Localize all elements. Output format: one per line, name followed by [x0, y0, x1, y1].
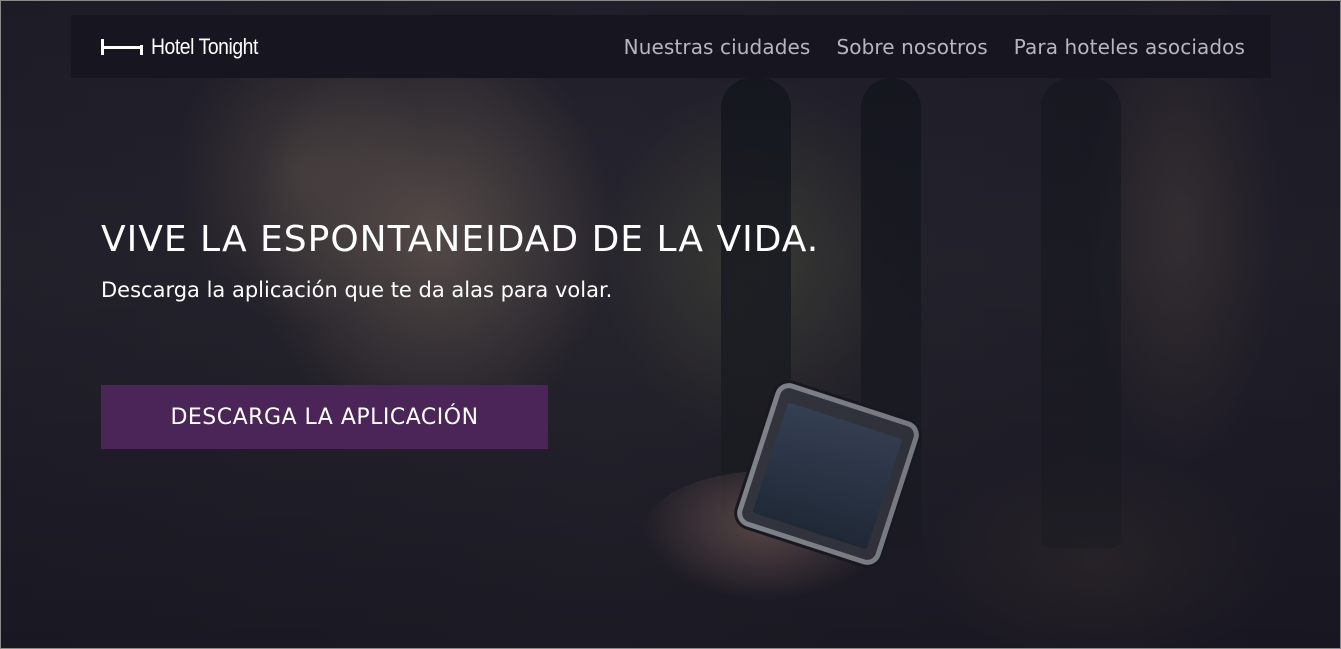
hero-content: VIVE LA ESPONTANEIDAD DE LA VIDA. Descar… [101, 219, 819, 302]
top-navbar: Hotel Tonight Nuestras ciudades Sobre no… [71, 15, 1271, 78]
nav-links: Nuestras ciudades Sobre nosotros Para ho… [624, 35, 1245, 59]
bed-icon [101, 37, 143, 57]
hero-overlay [1, 1, 1340, 648]
download-app-button[interactable]: DESCARGA LA APLICACIÓN [101, 385, 548, 449]
page-frame: Hotel Tonight Nuestras ciudades Sobre no… [0, 0, 1341, 649]
hero-headline: VIVE LA ESPONTANEIDAD DE LA VIDA. [101, 219, 820, 260]
nav-link-para-hoteles-asociados[interactable]: Para hoteles asociados [1014, 35, 1245, 59]
brand-logo-link[interactable]: Hotel Tonight [101, 34, 273, 60]
hero-subheadline: Descarga la aplicación que te da alas pa… [101, 278, 613, 302]
brand-name: Hotel Tonight [151, 33, 258, 59]
nav-link-sobre-nosotros[interactable]: Sobre nosotros [836, 35, 987, 59]
nav-link-nuestras-ciudades[interactable]: Nuestras ciudades [624, 35, 811, 59]
